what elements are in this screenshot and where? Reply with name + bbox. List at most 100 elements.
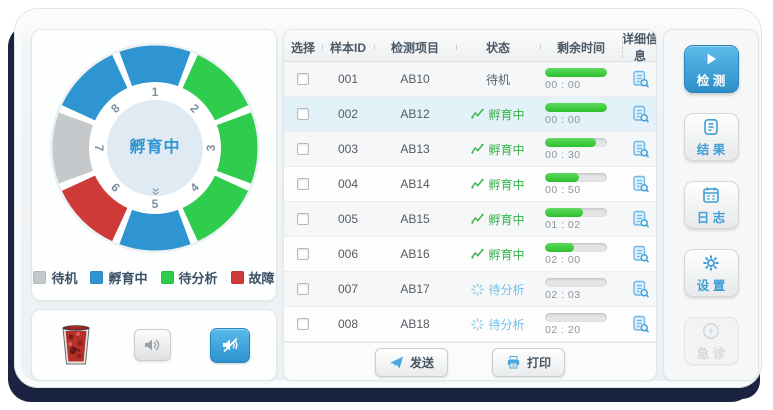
row-checkbox[interactable] <box>297 73 309 85</box>
standby-swatch <box>33 271 47 284</box>
remaining-time: 00 : 30 <box>545 148 581 161</box>
remaining-time-cell: 01 : 02 <box>540 207 622 231</box>
detail-info-icon[interactable] <box>631 105 650 123</box>
row-checkbox[interactable] <box>297 283 309 295</box>
status-cell: 孵育中 <box>456 246 540 263</box>
table-row[interactable]: 005 AB15 孵育中 01 : 02 <box>284 202 656 237</box>
test-item: AB14 <box>400 177 430 191</box>
detail-info-icon[interactable] <box>631 245 650 263</box>
legend-item-standby: 待机 <box>33 268 77 287</box>
status-text: 孵育中 <box>488 247 525 262</box>
settings-button[interactable]: 设 置 <box>683 249 739 297</box>
status-legend: 待机 孵育中 待分析 故障 <box>32 268 276 287</box>
table-row[interactable]: 008 AB18 待分析 02 : 20 <box>284 307 656 342</box>
log-calendar-icon <box>701 185 721 205</box>
header-status: 状态 <box>456 39 540 56</box>
header-remaining: 剩余时间 <box>540 39 622 56</box>
legend-item-fault: 故障 <box>230 268 275 287</box>
status-cell: 孵育中 <box>456 106 540 123</box>
remaining-time-cell: 02 : 20 <box>540 312 622 336</box>
status-text: 待机 <box>485 72 510 87</box>
status-cell: 待分析 <box>456 281 540 298</box>
results-button[interactable]: 结 果 <box>683 113 739 161</box>
activity-trend-icon <box>471 213 485 225</box>
row-checkbox[interactable] <box>297 248 309 260</box>
sample-id: 001 <box>337 72 359 86</box>
select-cell <box>284 318 322 330</box>
sample-id: 003 <box>337 142 359 156</box>
printer-icon <box>506 355 521 370</box>
remaining-time: 00 : 00 <box>545 78 581 91</box>
remaining-time-cell: 00 : 30 <box>540 137 622 161</box>
remaining-time: 01 : 02 <box>545 218 581 231</box>
table-row[interactable]: 007 AB17 待分析 02 : 03 <box>284 272 656 307</box>
send-button[interactable]: 发送 <box>374 347 448 377</box>
emergency-bolt-icon <box>701 321 721 341</box>
test-item: AB17 <box>400 282 430 296</box>
row-checkbox[interactable] <box>297 178 309 190</box>
play-icon <box>702 50 720 68</box>
print-button[interactable]: 打印 <box>492 347 566 377</box>
detail-info-icon[interactable] <box>631 70 650 88</box>
test-item: AB15 <box>400 212 430 226</box>
svg-text:1: 1 <box>152 85 159 99</box>
status-text: 待分析 <box>488 282 525 297</box>
detail-info-icon[interactable] <box>631 140 650 158</box>
position-ring-chart[interactable]: 12345678 孵育中 « <box>45 38 265 258</box>
remaining-time-cell: 00 : 00 <box>540 102 622 126</box>
progress-bar <box>545 137 607 147</box>
status-text: 孵育中 <box>488 142 525 157</box>
row-checkbox[interactable] <box>297 213 309 225</box>
progress-bar <box>545 102 607 112</box>
remaining-time: 02 : 20 <box>545 323 581 336</box>
select-cell <box>284 73 322 85</box>
speaker-muted-button[interactable] <box>210 327 250 363</box>
status-cell: 待机 <box>456 71 540 88</box>
waste-bin-icon <box>58 323 94 367</box>
progress-bar <box>545 67 607 77</box>
sample-id: 002 <box>337 107 359 121</box>
paper-plane-icon <box>389 355 404 370</box>
emergency-button: 急 诊 <box>683 317 739 365</box>
sample-id: 006 <box>337 247 359 261</box>
remaining-time: 00 : 50 <box>545 183 581 196</box>
row-checkbox[interactable] <box>297 143 309 155</box>
progress-bar <box>545 242 607 252</box>
row-checkbox[interactable] <box>297 108 309 120</box>
table-row[interactable]: 001 AB10 待机 00 : 00 <box>284 62 656 97</box>
table-row[interactable]: 003 AB13 孵育中 00 : 30 <box>284 132 656 167</box>
incubating-swatch <box>90 271 104 284</box>
sample-table-panel: 选择 样本ID 检测项目 状态 剩余时间 详细信息 001 AB10 待机 00… <box>283 29 657 381</box>
device-frame: 12345678 孵育中 « 待机 孵育中 待分析 故障 选择 样本ID 检测项… <box>14 8 762 388</box>
status-text: 孵育中 <box>488 107 525 122</box>
select-cell <box>284 108 322 120</box>
sample-id: 005 <box>337 212 359 226</box>
detail-info-icon[interactable] <box>631 210 650 228</box>
select-cell <box>284 248 322 260</box>
row-checkbox[interactable] <box>297 318 309 330</box>
detect-button[interactable]: 检 测 <box>683 45 739 93</box>
legend-item-incubating: 孵育中 <box>90 268 148 287</box>
detail-info-icon[interactable] <box>631 280 650 298</box>
remaining-time-cell: 02 : 03 <box>540 277 622 301</box>
progress-bar <box>545 312 607 322</box>
table-row[interactable]: 004 AB14 孵育中 00 : 50 <box>284 167 656 202</box>
status-cell: 孵育中 <box>456 176 540 193</box>
select-cell <box>284 178 322 190</box>
status-cell: 孵育中 <box>456 141 540 158</box>
sample-id: 004 <box>337 177 359 191</box>
table-row[interactable]: 006 AB16 孵育中 02 : 00 <box>284 237 656 272</box>
status-text: 孵育中 <box>488 177 525 192</box>
table-body: 001 AB10 待机 00 : 00 002 AB12 孵育中 00: 00… <box>284 62 656 342</box>
activity-trend-icon <box>471 178 485 190</box>
test-item: AB13 <box>400 142 430 156</box>
detail-info-icon[interactable] <box>631 175 650 193</box>
svg-text:3: 3 <box>204 144 218 151</box>
select-cell <box>284 213 322 225</box>
table-row[interactable]: 002 AB12 孵育中 00 : 00 <box>284 97 656 132</box>
expand-chevron-icon[interactable]: « <box>147 187 164 195</box>
status-cell: 孵育中 <box>456 211 540 228</box>
log-button[interactable]: 日 志 <box>683 181 739 229</box>
detail-info-icon[interactable] <box>631 315 650 333</box>
speaker-on-button[interactable] <box>133 329 171 361</box>
